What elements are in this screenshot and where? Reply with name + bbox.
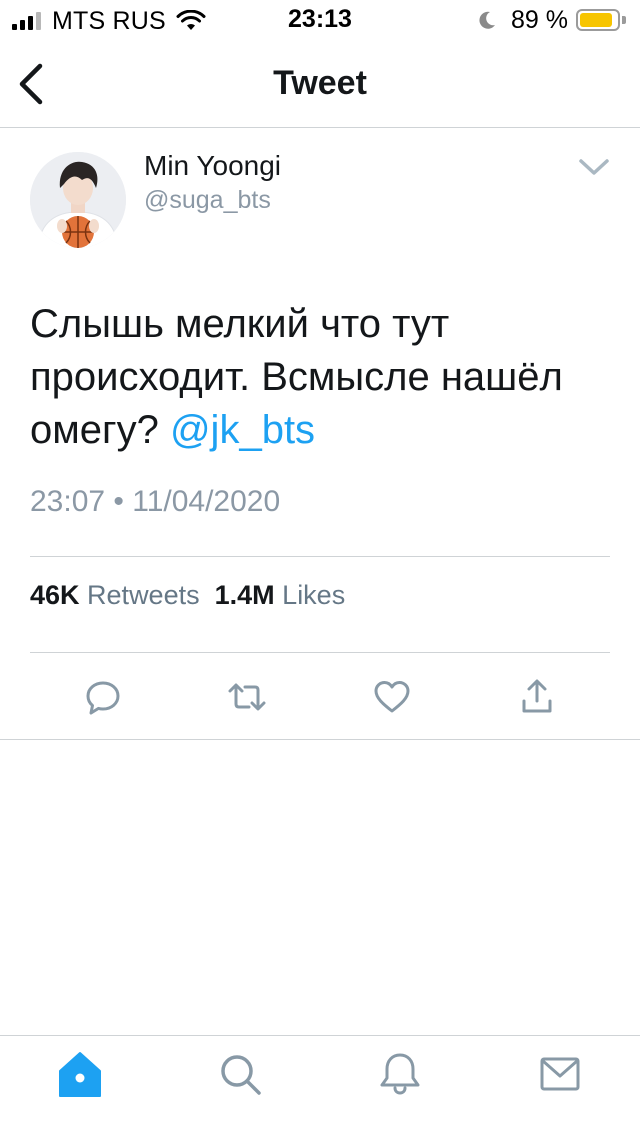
author-display-name[interactable]: Min Yoongi (144, 150, 281, 182)
tweet-text: Слышь мелкий что тут происходит. Всмысле… (30, 298, 615, 457)
notifications-icon[interactable] (376, 1050, 424, 1098)
divider (30, 652, 610, 653)
retweet-icon[interactable] (227, 677, 267, 717)
author-handle[interactable]: @suga_bts (144, 186, 271, 215)
likes-stat[interactable]: 1.4M Likes (215, 580, 346, 610)
page-title: Tweet (273, 64, 367, 102)
tweet-stats: 46K Retweets 1.4M Likes (30, 580, 345, 611)
reply-icon[interactable] (83, 677, 123, 717)
status-right: 89 % (477, 6, 626, 34)
bottom-tab-bar (0, 1035, 640, 1136)
battery-tip (622, 16, 626, 24)
divider (30, 556, 610, 557)
battery-percent: 89 % (511, 5, 568, 34)
battery-icon (576, 9, 620, 31)
mention-link[interactable]: @jk_bts (170, 408, 315, 452)
retweets-stat[interactable]: 46K Retweets (30, 580, 200, 610)
nav-header: Tweet (0, 40, 640, 128)
status-bar: MTS RUS 23:13 89 % (0, 0, 640, 40)
search-icon[interactable] (216, 1050, 264, 1098)
chevron-down-icon[interactable] (576, 152, 612, 184)
battery-level-fill (580, 13, 613, 27)
avatar-photo (30, 152, 126, 248)
moon-icon (479, 11, 496, 29)
divider (0, 739, 640, 740)
share-icon[interactable] (517, 677, 557, 717)
retweets-label: Retweets (87, 580, 200, 610)
messages-icon[interactable] (536, 1050, 584, 1098)
avatar[interactable] (30, 152, 126, 248)
tweet-actions (0, 665, 640, 725)
likes-count: 1.4M (214, 580, 275, 610)
like-icon[interactable] (372, 677, 412, 717)
home-icon[interactable] (56, 1050, 104, 1098)
retweets-count: 46K (30, 580, 80, 610)
likes-label: Likes (282, 580, 346, 610)
tweet-timestamp: 23:07 • 11/04/2020 (30, 485, 281, 518)
